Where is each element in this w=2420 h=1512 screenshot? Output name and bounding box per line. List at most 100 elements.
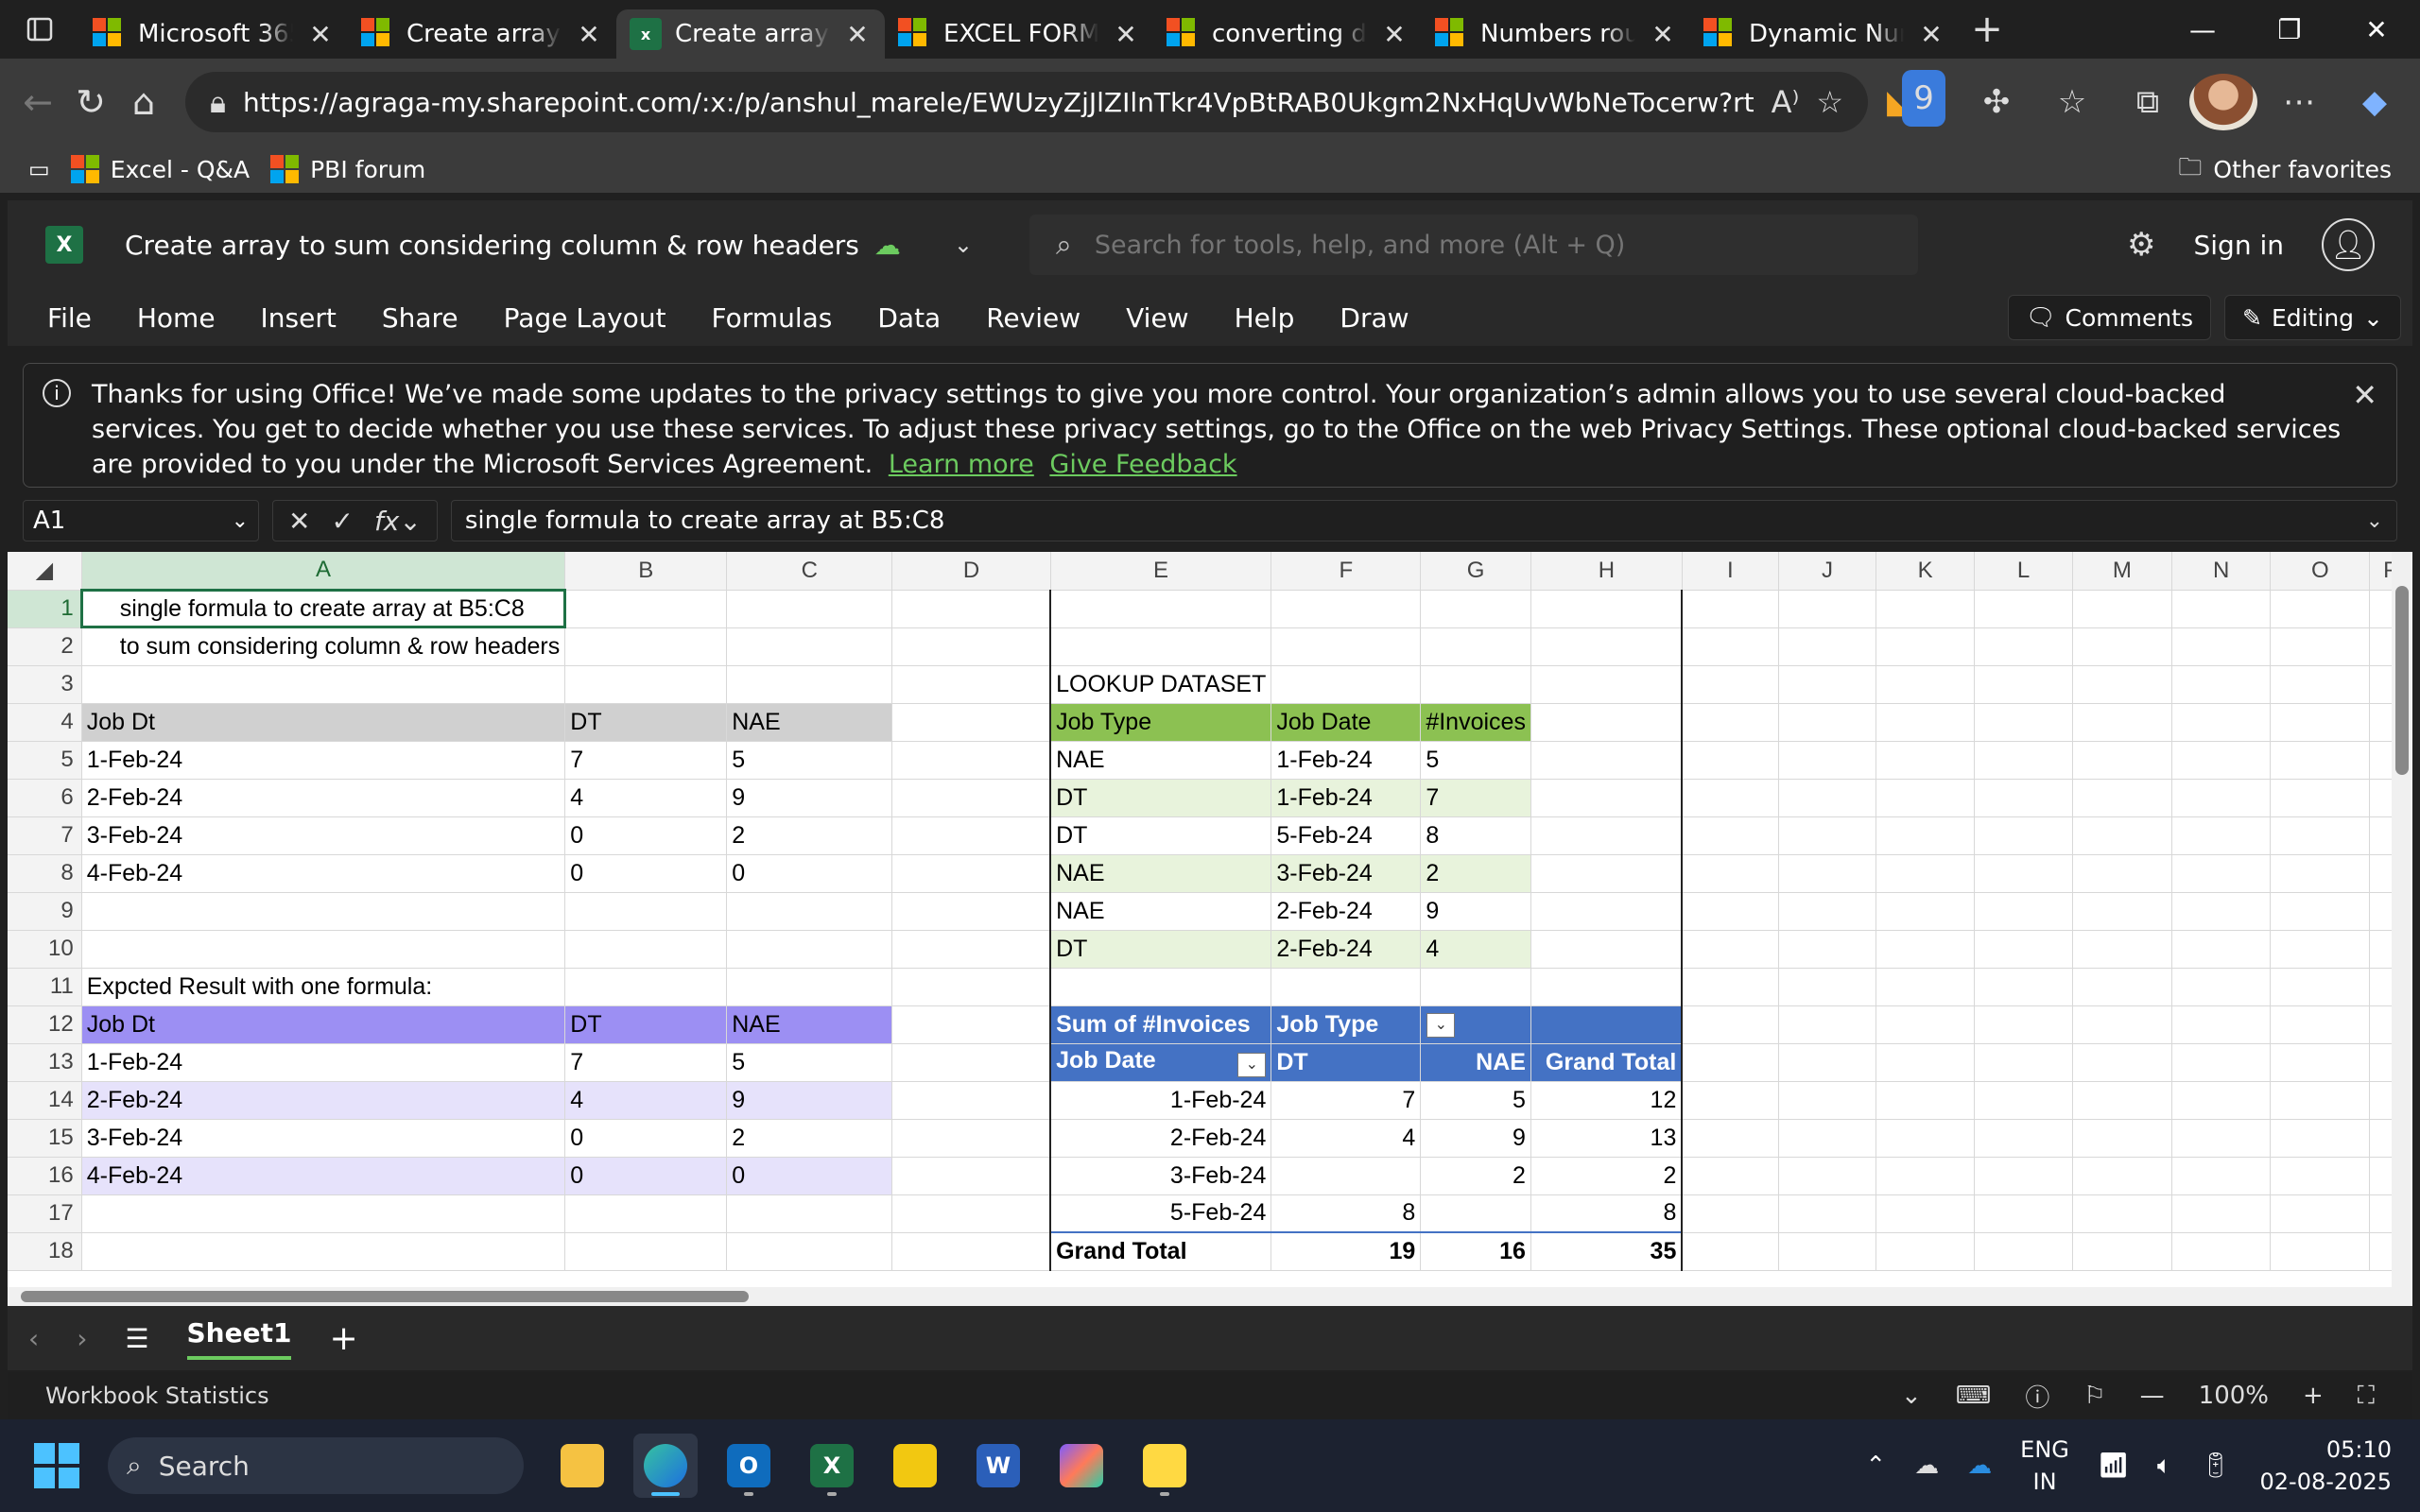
cell[interactable]	[2072, 665, 2172, 704]
cell[interactable]	[1876, 1043, 1976, 1082]
column-header-e[interactable]: E	[1050, 552, 1272, 591]
cell[interactable]	[2270, 1194, 2371, 1233]
cell[interactable]	[2171, 930, 2272, 969]
close-tab-icon[interactable]: ✕	[1649, 19, 1677, 50]
cell[interactable]	[1876, 590, 1976, 628]
cell-a12[interactable]: Job Dt	[81, 1005, 566, 1044]
row-header[interactable]: 18	[8, 1232, 82, 1271]
cell[interactable]	[2072, 1005, 2172, 1044]
cell-c8[interactable]: 0	[726, 854, 893, 893]
cell[interactable]	[2072, 1081, 2172, 1120]
cell-e14[interactable]: 1-Feb-24	[1050, 1081, 1272, 1120]
taskbar-search[interactable]: ⌕ Search	[108, 1437, 524, 1494]
cell[interactable]	[2072, 892, 2172, 931]
cell[interactable]	[1974, 1232, 2073, 1271]
cell[interactable]	[1876, 1194, 1976, 1233]
cell-f16[interactable]	[1270, 1157, 1422, 1195]
cell-g11[interactable]	[1420, 968, 1531, 1006]
collections-icon[interactable]: ⧉	[2114, 74, 2182, 130]
cell-c15[interactable]: 2	[726, 1119, 893, 1158]
give-feedback-link[interactable]: Give Feedback	[1049, 450, 1236, 479]
cell-e10[interactable]: DT	[1050, 930, 1272, 969]
horizontal-scroll-thumb[interactable]	[21, 1291, 749, 1302]
cell-d7[interactable]	[891, 816, 1052, 855]
cell[interactable]	[2270, 1005, 2371, 1044]
row-header[interactable]: 7	[8, 816, 82, 855]
chevron-up-icon[interactable]: ⌃	[1865, 1452, 1886, 1480]
column-header-c[interactable]: C	[726, 552, 893, 591]
cell-c6[interactable]: 9	[726, 779, 893, 817]
expand-formula-icon[interactable]: ⌄	[2366, 509, 2383, 533]
cell-a10[interactable]	[81, 930, 566, 969]
row-header[interactable]: 16	[8, 1157, 82, 1195]
cell[interactable]	[1778, 1043, 1877, 1082]
cell[interactable]	[1974, 1119, 2073, 1158]
cell[interactable]	[1778, 930, 1877, 969]
cell[interactable]	[1778, 779, 1877, 817]
cell[interactable]	[1876, 1232, 1976, 1271]
cell[interactable]	[2270, 779, 2371, 817]
cell-h11[interactable]	[1530, 968, 1684, 1006]
column-header-h[interactable]: H	[1530, 552, 1683, 591]
cell-f1[interactable]	[1270, 590, 1422, 628]
cell-f2[interactable]	[1270, 627, 1422, 666]
home-icon[interactable]: ⌂	[117, 74, 170, 130]
cell[interactable]	[2072, 703, 2172, 742]
cell-c9[interactable]	[726, 892, 893, 931]
row-header[interactable]: 15	[8, 1119, 82, 1158]
cell[interactable]	[1974, 627, 2073, 666]
tab-home[interactable]: Home	[137, 302, 216, 334]
cell[interactable]	[1778, 1005, 1877, 1044]
cell[interactable]	[1876, 968, 1976, 1006]
cell-f4[interactable]: Job Date	[1270, 703, 1422, 742]
cell-g6[interactable]: 7	[1420, 779, 1531, 817]
cell[interactable]	[2270, 665, 2371, 704]
wifi-icon[interactable]: 📶︎	[2098, 1452, 2129, 1480]
excel-app[interactable]: X	[800, 1434, 864, 1498]
cell-d9[interactable]	[891, 892, 1052, 931]
cell[interactable]	[1682, 892, 1779, 931]
horizontal-scrollbar[interactable]	[8, 1287, 2412, 1306]
cell-e2[interactable]	[1050, 627, 1272, 666]
cell-c17[interactable]	[726, 1194, 893, 1233]
cell-b6[interactable]: 4	[564, 779, 728, 817]
cell-a9[interactable]	[81, 892, 566, 931]
cell[interactable]	[2171, 1043, 2272, 1082]
cell-d3[interactable]	[891, 665, 1052, 704]
sticky-notes-app[interactable]	[1132, 1434, 1197, 1498]
cell-c18[interactable]	[726, 1232, 893, 1271]
more-icon[interactable]: ⋯	[2265, 74, 2333, 130]
cell-a18[interactable]	[81, 1232, 566, 1271]
row-header[interactable]: 10	[8, 930, 82, 969]
cell[interactable]	[1682, 1157, 1779, 1195]
zoom-in-icon[interactable]: +	[2303, 1382, 2324, 1410]
edge-browser-app[interactable]	[633, 1434, 698, 1498]
cell[interactable]	[1974, 968, 2073, 1006]
cell-g9[interactable]: 9	[1420, 892, 1531, 931]
cell[interactable]	[2171, 816, 2272, 855]
cell-b2[interactable]	[564, 627, 728, 666]
pivot-col-nae[interactable]: NAE	[1420, 1043, 1531, 1082]
cell-h3[interactable]	[1530, 665, 1684, 704]
browser-tab-6[interactable]: Numbers rounding ✕	[1422, 9, 1690, 59]
cell-b9[interactable]	[564, 892, 728, 931]
learn-more-link[interactable]: Learn more	[889, 450, 1034, 479]
cell-a8[interactable]: 4-Feb-24	[81, 854, 566, 893]
cell[interactable]	[1682, 627, 1779, 666]
cell[interactable]	[1682, 779, 1779, 817]
cell[interactable]	[2171, 1081, 2272, 1120]
tab-help[interactable]: Help	[1235, 302, 1295, 334]
cell[interactable]	[1974, 741, 2073, 780]
cell-d12[interactable]	[891, 1005, 1052, 1044]
pivot-row-label-header[interactable]: Job Date ⌄	[1050, 1043, 1272, 1082]
cell[interactable]	[2072, 854, 2172, 893]
cell-h10[interactable]	[1530, 930, 1684, 969]
cell-c4[interactable]: NAE	[726, 703, 893, 742]
volume-icon[interactable]: 🔈︎	[2157, 1452, 2172, 1481]
favorites-bar-toggle-icon[interactable]: ▭	[28, 156, 50, 182]
language-indicator[interactable]: ENG IN	[2020, 1434, 2069, 1498]
formula-input[interactable]: single formula to create array at B5:C8 …	[450, 500, 2397, 541]
filter-dropdown-icon[interactable]: ⌄	[1426, 1012, 1456, 1038]
windows-start-icon[interactable]	[34, 1443, 79, 1488]
cell-c5[interactable]: 5	[726, 741, 893, 780]
